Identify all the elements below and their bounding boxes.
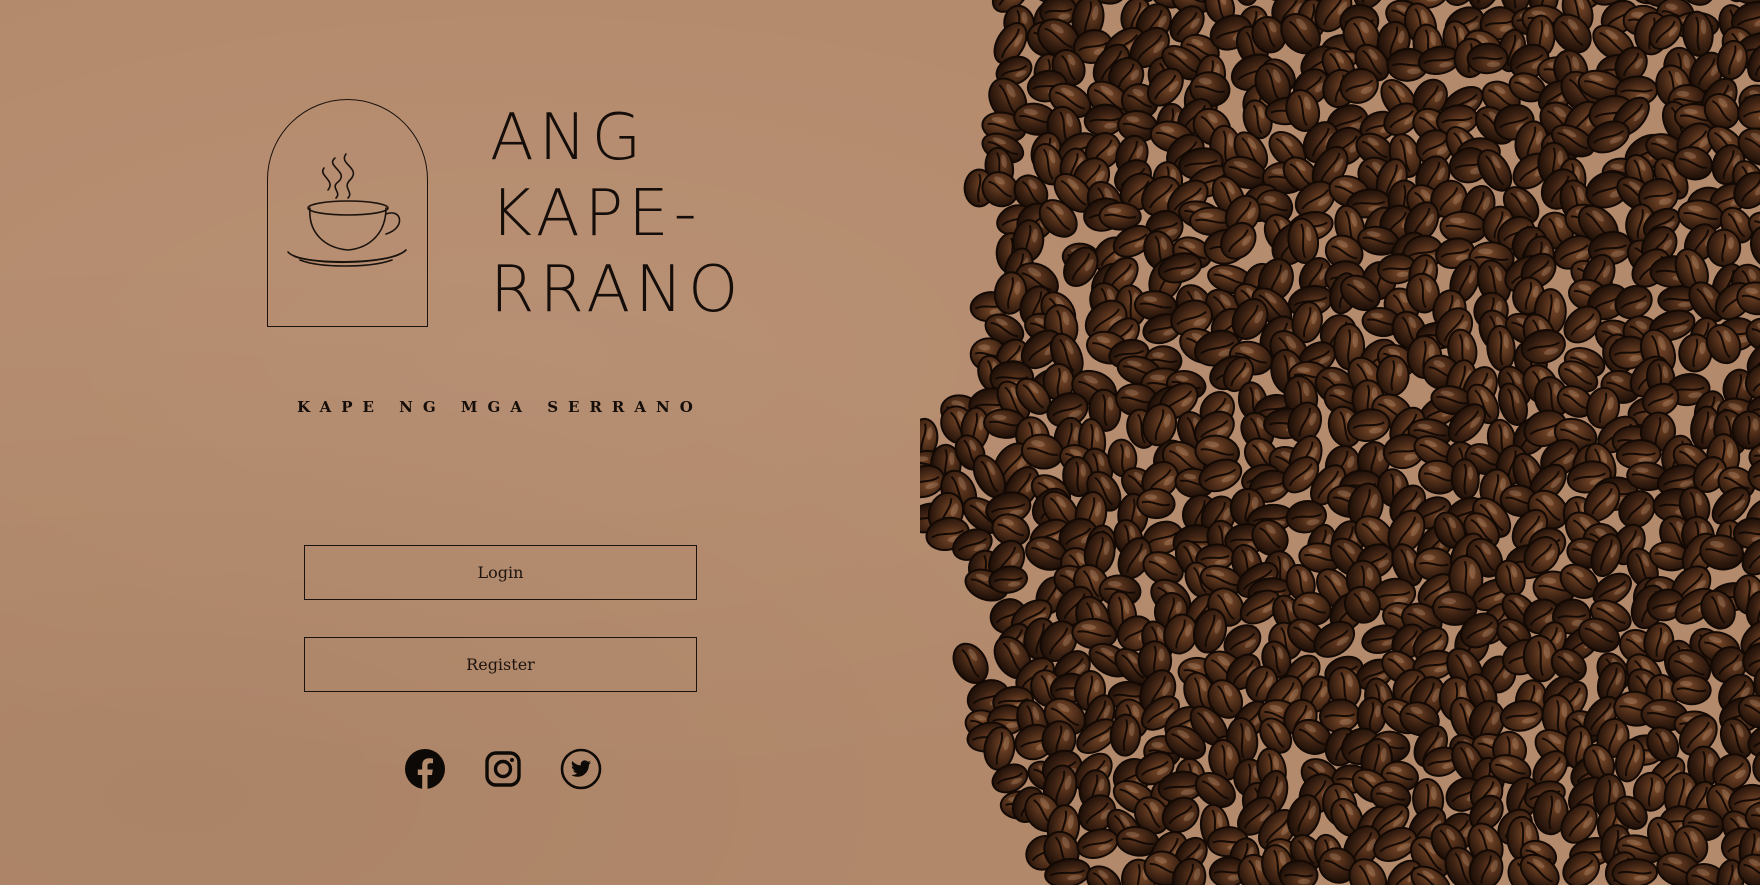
coffee-beans-image bbox=[920, 0, 1760, 885]
twitter-icon bbox=[560, 748, 602, 790]
brand-title-line-2: KAPE- bbox=[490, 177, 702, 251]
instagram-link[interactable] bbox=[482, 748, 524, 790]
facebook-link[interactable] bbox=[404, 748, 446, 790]
landing-page: ANG KAPE- RRANO KAPE NG MGA SERRANO Logi… bbox=[0, 0, 1760, 885]
coffee-cup-icon bbox=[287, 153, 407, 267]
coffee-cup-logo bbox=[267, 99, 428, 327]
login-button[interactable]: Login bbox=[304, 545, 697, 600]
social-links bbox=[404, 748, 602, 790]
facebook-icon bbox=[405, 749, 445, 789]
register-button[interactable]: Register bbox=[304, 637, 697, 692]
brand-title: ANG KAPE- RRANO bbox=[490, 100, 743, 328]
brand-title-line-1: ANG bbox=[490, 101, 647, 175]
tagline: KAPE NG MGA SERRANO bbox=[297, 398, 703, 416]
coffee-beans-illustration bbox=[920, 0, 1760, 885]
brand-title-line-3: RRANO bbox=[490, 253, 744, 327]
instagram-icon bbox=[485, 751, 521, 787]
twitter-link[interactable] bbox=[560, 748, 602, 790]
